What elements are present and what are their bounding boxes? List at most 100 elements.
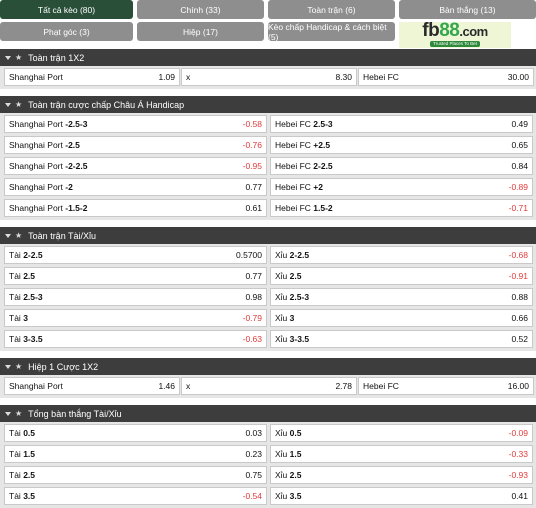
odds-selection-button[interactable]: Hebei FC +2 -0.89 <box>270 178 533 196</box>
odds-row: Tài 3 -0.79 Xỉu 3 0.66 <box>0 309 536 330</box>
collapse-arrow-icon[interactable] <box>5 411 11 416</box>
selection-name: x <box>186 72 191 82</box>
section-header[interactable]: ★ Tổng bàn thắng Tài/Xỉu <box>0 405 536 422</box>
section-header[interactable]: ★ Toàn trận cược chấp Châu Á Handicap <box>0 96 536 113</box>
odds-selection-button[interactable]: Hebei FC 1.5-2 -0.71 <box>270 199 533 217</box>
odds-selection-button[interactable]: Tài 3-3.5 -0.63 <box>4 330 267 348</box>
odds-selection-button[interactable]: Tài 3.5 -0.54 <box>4 487 267 505</box>
tab-full-time[interactable]: Toàn trận (6) <box>268 0 395 19</box>
odds-selection-button[interactable]: Shanghai Port -2 0.77 <box>4 178 267 196</box>
selection-name: Hebei FC <box>363 381 399 391</box>
odds-row: Shanghai Port -2-2.5 -0.95 Hebei FC 2-2.5 0… <box>0 157 536 178</box>
market-filter-tabs: Tất cả kèo (80) Chính (33) Toàn trận (6)… <box>0 0 536 48</box>
market-section: ★ Toàn trận Tài/Xỉu Tài 2-2.5 0.5700 Xỉu 2-2… <box>0 227 536 351</box>
handicap-line: 2.5 <box>289 271 302 281</box>
tab-main[interactable]: Chính (33) <box>137 0 264 19</box>
odds-value: -0.79 <box>242 313 262 323</box>
odds-selection-button[interactable]: Tài 2.5 0.77 <box>4 267 267 285</box>
market-section: ★ Toàn trận cược chấp Châu Á Handicap Shan… <box>0 96 536 220</box>
odds-selection-button[interactable]: Xỉu 2.5 -0.91 <box>270 267 533 285</box>
odds-selection-button[interactable]: Xỉu 2-2.5 -0.68 <box>270 246 533 264</box>
odds-selection-button[interactable]: Tài 2-2.5 0.5700 <box>4 246 267 264</box>
odds-row: Tài 2-2.5 0.5700 Xỉu 2-2.5 -0.68 <box>0 246 536 267</box>
odds-value: 0.88 <box>511 292 528 302</box>
section-title: Tổng bàn thắng Tài/Xỉu <box>28 408 122 419</box>
collapse-arrow-icon[interactable] <box>5 233 11 238</box>
odds-value: 2.78 <box>335 381 352 391</box>
favorite-star-icon[interactable]: ★ <box>15 100 22 109</box>
selection-name: Shanghai Port -2.5 <box>9 140 80 150</box>
odds-value: -0.71 <box>508 203 528 213</box>
favorite-star-icon[interactable]: ★ <box>15 53 22 62</box>
odds-selection-button[interactable]: Hebei FC 2.5-3 0.49 <box>270 115 533 133</box>
odds-selection-button[interactable]: Hebei FC 16.00 <box>358 377 534 395</box>
selection-name: Xỉu 2.5 <box>275 470 302 480</box>
odds-row: Tài 3-3.5 -0.63 Xỉu 3-3.5 0.52 <box>0 330 536 351</box>
odds-value: 0.75 <box>245 470 262 480</box>
tab-goals[interactable]: Bàn thắng (13) <box>399 0 536 19</box>
odds-value: 0.49 <box>511 119 528 129</box>
odds-selection-button[interactable]: Tài 1.5 0.23 <box>4 445 267 463</box>
selection-name: Xỉu 3 <box>275 313 295 323</box>
odds-row: Tài 1.5 0.23 Xỉu 1.5 -0.33 <box>0 445 536 466</box>
odds-selection-button[interactable]: Hebei FC 30.00 <box>358 68 534 86</box>
handicap-line: +2.5 <box>313 140 331 150</box>
section-header[interactable]: ★ Hiệp 1 Cược 1X2 <box>0 358 536 375</box>
odds-value: 0.84 <box>511 161 528 171</box>
odds-value: -0.91 <box>508 271 528 281</box>
selection-name: Tài 3 <box>9 313 28 323</box>
odds-selection-button[interactable]: Tài 3 -0.79 <box>4 309 267 327</box>
odds-selection-button[interactable]: Hebei FC 2-2.5 0.84 <box>270 157 533 175</box>
favorite-star-icon[interactable]: ★ <box>15 231 22 240</box>
odds-selection-button[interactable]: Tài 0.5 0.03 <box>4 424 267 442</box>
odds-selection-button[interactable]: Xỉu 2.5-3 0.88 <box>270 288 533 306</box>
odds-selection-button[interactable]: x 8.30 <box>181 68 357 86</box>
handicap-line: 3 <box>289 313 295 323</box>
section-title: Toàn trận 1X2 <box>28 52 85 63</box>
section-header[interactable]: ★ Toàn trận 1X2 <box>0 49 536 66</box>
odds-selection-button[interactable]: Tài 2.5-3 0.98 <box>4 288 267 306</box>
odds-row: Tài 2.5 0.75 Xỉu 2.5 -0.93 <box>0 466 536 487</box>
odds-selection-button[interactable]: Shanghai Port -2-2.5 -0.95 <box>4 157 267 175</box>
tab-handicap[interactable]: Kèo chấp Handicap & cách biệt (5) <box>268 22 395 42</box>
odds-selection-button[interactable]: Xỉu 1.5 -0.33 <box>270 445 533 463</box>
tab-corners[interactable]: Phạt góc (3) <box>0 22 133 41</box>
selection-name: Xỉu 3-3.5 <box>275 334 310 344</box>
odds-selection-button[interactable]: Xỉu 3 0.66 <box>270 309 533 327</box>
section-header[interactable]: ★ Toàn trận Tài/Xỉu <box>0 227 536 244</box>
odds-selection-button[interactable]: Shanghai Port 1.09 <box>4 68 180 86</box>
fb88-logo[interactable]: fb88.com Trusted Places To Bet <box>399 21 511 48</box>
odds-value: -0.89 <box>508 182 528 192</box>
section-body: Shanghai Port 1.46 x 2.78 Hebei FC 16.00 <box>0 375 536 398</box>
tab-all-markets[interactable]: Tất cả kèo (80) <box>0 0 133 19</box>
selection-name: Hebei FC +2.5 <box>275 140 331 150</box>
handicap-line: -2 <box>65 182 73 192</box>
odds-value: -0.58 <box>242 119 262 129</box>
handicap-line: 2.5 <box>23 470 36 480</box>
handicap-line: 2-2.5 <box>313 161 333 171</box>
collapse-arrow-icon[interactable] <box>5 102 11 107</box>
selection-name: Tài 0.5 <box>9 428 36 438</box>
favorite-star-icon[interactable]: ★ <box>15 362 22 371</box>
collapse-arrow-icon[interactable] <box>5 55 11 60</box>
odds-selection-button[interactable]: Shanghai Port 1.46 <box>4 377 180 395</box>
odds-selection-button[interactable]: Xỉu 3-3.5 0.52 <box>270 330 533 348</box>
odds-selection-button[interactable]: Xỉu 0.5 -0.09 <box>270 424 533 442</box>
tab-half[interactable]: Hiệp (17) <box>137 22 264 41</box>
odds-selection-button[interactable]: Shanghai Port -1.5-2 0.61 <box>4 199 267 217</box>
handicap-line: 3-3.5 <box>23 334 43 344</box>
odds-value: -0.54 <box>242 491 262 501</box>
odds-row: Tài 3.5 -0.54 Xỉu 3.5 0.41 <box>0 487 536 508</box>
odds-selection-button[interactable]: Shanghai Port -2.5 -0.76 <box>4 136 267 154</box>
odds-selection-button[interactable]: Xỉu 2.5 -0.93 <box>270 466 533 484</box>
favorite-star-icon[interactable]: ★ <box>15 409 22 418</box>
odds-selection-button[interactable]: x 2.78 <box>181 377 357 395</box>
selection-name: Tài 3.5 <box>9 491 36 501</box>
odds-selection-button[interactable]: Tài 2.5 0.75 <box>4 466 267 484</box>
odds-value: -0.95 <box>242 161 262 171</box>
odds-selection-button[interactable]: Shanghai Port -2.5-3 -0.58 <box>4 115 267 133</box>
selection-name: x <box>186 381 191 391</box>
collapse-arrow-icon[interactable] <box>5 364 11 369</box>
odds-selection-button[interactable]: Hebei FC +2.5 0.65 <box>270 136 533 154</box>
odds-selection-button[interactable]: Xỉu 3.5 0.41 <box>270 487 533 505</box>
